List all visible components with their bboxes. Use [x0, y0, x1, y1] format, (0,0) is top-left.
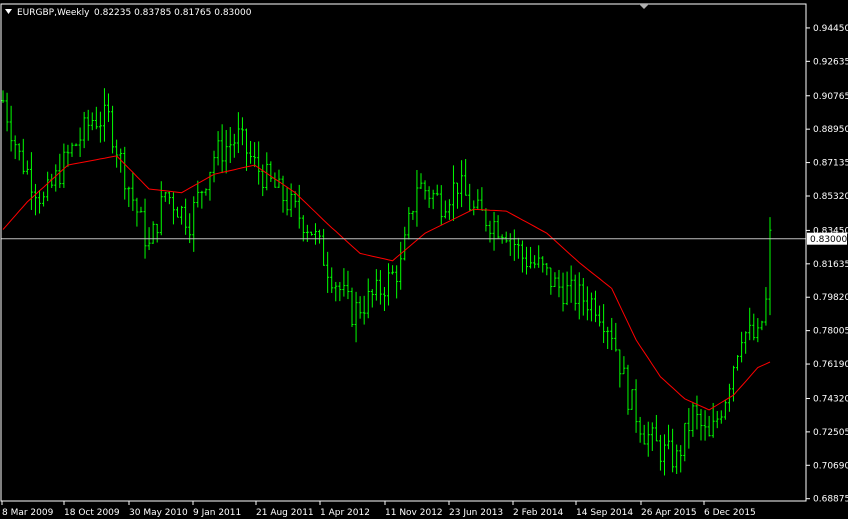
time-tick-label: 6 Dec 2015 — [704, 508, 756, 518]
time-tick-label: 9 Jan 2011 — [193, 508, 241, 518]
time-tick-label: 11 Nov 2012 — [385, 508, 443, 518]
svg-text:0.83000: 0.83000 — [810, 235, 847, 245]
time-tick-label: 23 Jun 2013 — [449, 508, 503, 518]
price-tick-label: 0.72505 — [813, 428, 848, 438]
price-tick-label: 0.78005 — [813, 327, 848, 337]
time-tick-label: 21 Aug 2011 — [256, 508, 314, 518]
price-tick-label: 0.70690 — [813, 461, 848, 471]
price-chart[interactable]: 0.94450 0.92635 0.90765 0.88950 0.87135 0.853… — [0, 0, 848, 519]
time-tick-label: 26 Apr 2015 — [641, 508, 697, 518]
price-tick-label: 0.76190 — [813, 360, 848, 370]
price-tick-label: 0.94450 — [813, 24, 848, 34]
time-tick-label: 2 Feb 2014 — [513, 508, 564, 518]
price-tick-label: 0.79820 — [813, 293, 848, 303]
time-tick-label: 18 Oct 2009 — [64, 508, 120, 518]
chart-ohlc-values: 0.82235 0.83785 0.81765 0.83000 — [94, 8, 252, 18]
current-price-tag: 0.83000 — [807, 232, 847, 245]
price-tick-label: 0.81635 — [813, 260, 848, 270]
price-tick-label: 0.88950 — [813, 125, 848, 135]
time-tick-label: 8 Mar 2009 — [2, 508, 54, 518]
price-tick-label: 0.92635 — [813, 57, 848, 67]
price-axis: 0.94450 0.92635 0.90765 0.88950 0.87135 0.853… — [806, 24, 848, 505]
time-tick-label: 14 Sep 2014 — [576, 508, 633, 518]
price-tick-label: 0.85320 — [813, 192, 848, 202]
price-tick-label: 0.90765 — [813, 92, 848, 102]
chart-background — [0, 0, 848, 519]
price-tick-label: 0.74320 — [813, 394, 848, 404]
time-tick-label: 1 Apr 2012 — [320, 508, 370, 518]
price-tick-label: 0.68875 — [813, 495, 848, 505]
price-tick-label: 0.87135 — [813, 159, 848, 169]
time-tick-label: 30 May 2010 — [129, 508, 188, 518]
chart-symbol-title: EURGBP,Weekly — [17, 8, 90, 18]
